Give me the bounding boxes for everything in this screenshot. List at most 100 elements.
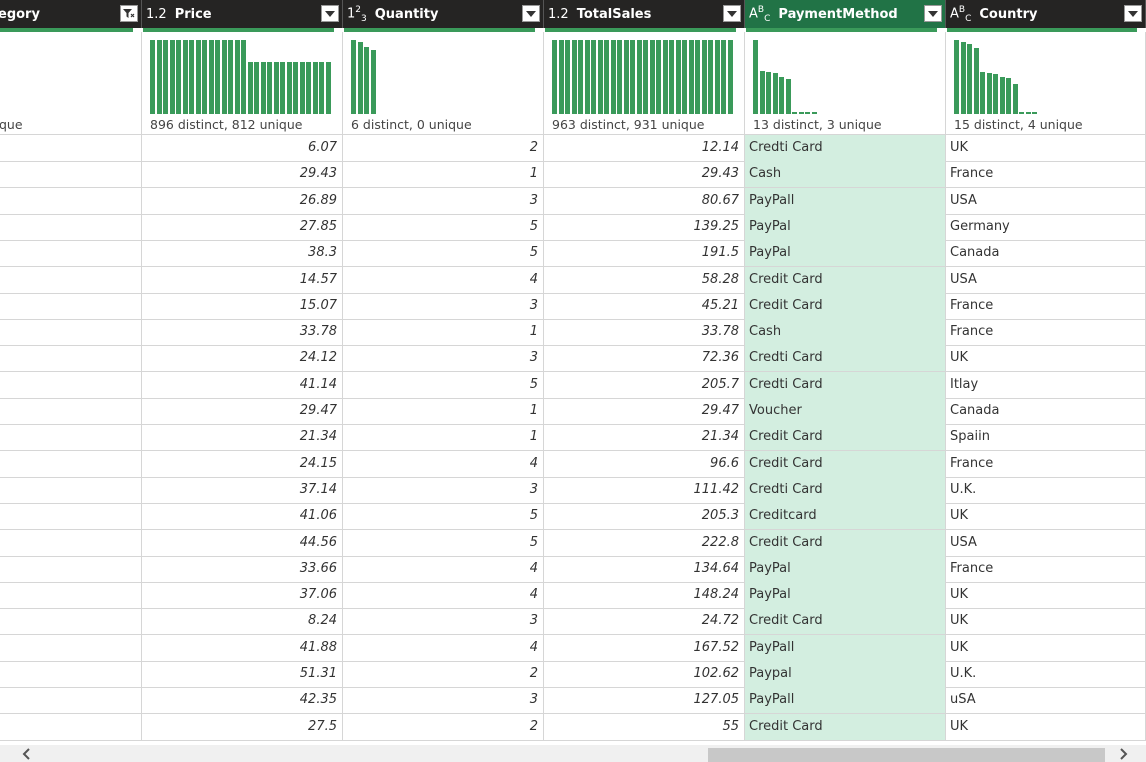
cell-price[interactable]: 27.85 [142,213,343,241]
cell-country[interactable]: Canada [946,240,1146,268]
cell-paymentmethod[interactable]: PayPal [745,213,946,241]
cell-country[interactable]: Itlay [946,371,1146,399]
cell-price[interactable]: 14.57 [142,266,343,294]
cell-category[interactable]: on [0,661,142,688]
cell-price[interactable]: 24.15 [142,450,343,478]
cell-paymentmethod[interactable]: Credti Card [745,135,946,162]
cell-country[interactable]: Canada [946,398,1146,425]
cell-country[interactable]: U.K. [946,476,1146,504]
column-header-paymentmethod[interactable]: ABC PaymentMethod [745,0,946,28]
cell-category[interactable]: on [0,371,142,399]
cell-paymentmethod[interactable]: PayPall [745,187,946,215]
cell-totalsales[interactable]: 29.43 [544,161,745,189]
cell-totalsales[interactable]: 45.21 [544,292,745,320]
cell-paymentmethod[interactable]: PayPal [745,240,946,268]
cell-country[interactable]: UK [946,582,1146,610]
cell-paymentmethod[interactable]: Credit Card [745,450,946,478]
cell-paymentmethod[interactable]: Credti Card [745,371,946,399]
cell-quantity[interactable]: 1 [343,424,544,452]
cell-category[interactable]: nal [0,266,142,294]
cell-country[interactable]: UK [946,713,1146,741]
cell-country[interactable]: Spaiin [946,424,1146,452]
cell-price[interactable]: 41.06 [142,503,343,531]
cell-quantity[interactable]: 5 [343,240,544,268]
cell-category[interactable]: nal [0,424,142,452]
cell-totalsales[interactable]: 102.62 [544,661,745,688]
cell-totalsales[interactable]: 80.67 [544,187,745,215]
cell-price[interactable]: 29.47 [142,398,343,425]
cell-quantity[interactable]: 1 [343,398,544,425]
cell-category[interactable] [0,713,142,741]
cell-paymentmethod[interactable]: Credti Card [745,345,946,373]
cell-paymentmethod[interactable]: Voucher [745,398,946,425]
cell-totalsales[interactable]: 96.6 [544,450,745,478]
cell-quantity[interactable]: 4 [343,582,544,610]
cell-paymentmethod[interactable]: Credit Card [745,292,946,320]
cell-price[interactable]: 37.14 [142,476,343,504]
column-header-price[interactable]: 1.2 Price [142,0,343,28]
cell-totalsales[interactable]: 111.42 [544,476,745,504]
cell-price[interactable]: 29.43 [142,161,343,189]
cell-totalsales[interactable]: 72.36 [544,345,745,373]
cell-totalsales[interactable]: 139.25 [544,213,745,241]
cell-paymentmethod[interactable]: PayPal [745,555,946,583]
cell-paymentmethod[interactable]: PayPall [745,687,946,715]
cell-category[interactable] [0,213,142,241]
cell-quantity[interactable]: 3 [343,608,544,636]
cell-price[interactable]: 41.88 [142,634,343,662]
cell-country[interactable]: UK [946,503,1146,531]
chevron-right-icon[interactable] [1114,745,1131,762]
cell-country[interactable]: UK [946,345,1146,373]
cell-quantity[interactable]: 5 [343,371,544,399]
cell-totalsales[interactable]: 205.7 [544,371,745,399]
cell-paymentmethod[interactable]: Credti Card [745,476,946,504]
cell-country[interactable]: UK [946,135,1146,162]
cell-quantity[interactable]: 2 [343,713,544,741]
cell-quantity[interactable]: 4 [343,266,544,294]
cell-quantity[interactable]: 4 [343,634,544,662]
cell-paymentmethod[interactable]: Cash [745,161,946,189]
cell-totalsales[interactable]: 12.14 [544,135,745,162]
cell-country[interactable]: France [946,161,1146,189]
cell-country[interactable]: France [946,292,1146,320]
cell-paymentmethod[interactable]: Cash [745,319,946,347]
cell-totalsales[interactable]: 55 [544,713,745,741]
cell-quantity[interactable]: 5 [343,213,544,241]
cell-category[interactable] [0,476,142,504]
cell-totalsales[interactable]: 167.52 [544,634,745,662]
cell-category[interactable]: nal [0,555,142,583]
cell-totalsales[interactable]: 222.8 [544,529,745,557]
cell-price[interactable]: 26.89 [142,187,343,215]
cell-quantity[interactable]: 5 [343,503,544,531]
cell-quantity[interactable]: 2 [343,661,544,688]
cell-totalsales[interactable]: 148.24 [544,582,745,610]
cell-country[interactable]: France [946,450,1146,478]
cell-totalsales[interactable]: 29.47 [544,398,745,425]
cell-category[interactable] [0,582,142,610]
cell-totalsales[interactable]: 24.72 [544,608,745,636]
column-header-quantity[interactable]: 123 Quantity [343,0,544,28]
column-header-category[interactable]: egory [0,0,142,28]
cell-price[interactable]: 27.5 [142,713,343,741]
cell-category[interactable] [0,450,142,478]
cell-quantity[interactable]: 3 [343,476,544,504]
cell-price[interactable]: 51.31 [142,661,343,688]
cell-paymentmethod[interactable]: Credit Card [745,713,946,741]
chevron-down-icon[interactable] [1124,5,1142,22]
cell-price[interactable]: 33.78 [142,319,343,347]
chevron-down-icon[interactable] [924,5,942,22]
cell-country[interactable]: USA [946,266,1146,294]
cell-quantity[interactable]: 3 [343,292,544,320]
cell-country[interactable]: USA [946,529,1146,557]
cell-quantity[interactable]: 2 [343,135,544,162]
cell-category[interactable]: on [0,503,142,531]
cell-totalsales[interactable]: 205.3 [544,503,745,531]
cell-quantity[interactable]: 4 [343,450,544,478]
cell-totalsales[interactable]: 134.64 [544,555,745,583]
cell-price[interactable]: 44.56 [142,529,343,557]
cell-totalsales[interactable]: 33.78 [544,319,745,347]
cell-category[interactable] [0,292,142,320]
cell-country[interactable]: USA [946,187,1146,215]
filter-icon[interactable] [120,5,138,22]
cell-quantity[interactable]: 1 [343,319,544,347]
